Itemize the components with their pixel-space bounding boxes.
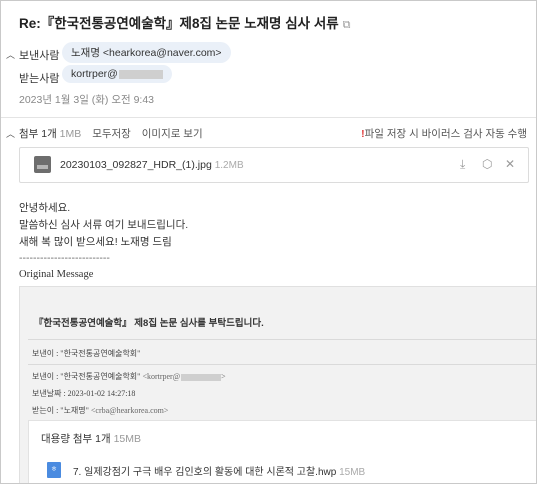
recipient-address: kortrper@ [71,68,118,80]
recipient-chip[interactable]: kortrper@ [62,65,172,83]
quoted-divider [28,339,536,340]
download-icon[interactable]: ⤓ [460,157,465,172]
large-file-name: 7. 일제강점기 구극 배우 김인호의 활동에 대한 시론적 고찰.hwp [73,467,337,478]
attachment-bar: 첨부 1개 1MB 모두저장 이미지로 보기 [19,126,203,141]
divider [1,117,536,118]
subject-text: Re:『한국전통공연예술학』제8집 논문 노재명 심사 서류 [19,16,339,31]
collapse-header-chevron-icon[interactable]: ︿ [6,48,15,61]
body-line-2: 말씀하신 심사 서류 여기 보내드립니다. [19,219,189,231]
attachment-total-size: 1MB [59,128,82,140]
virus-scan-icon[interactable]: ⬡ [482,157,492,171]
collapse-attachments-chevron-icon[interactable]: ︿ [6,127,15,140]
quoted-date-line: 보낸날짜 : 2023-01-02 14:27:18 [32,389,136,398]
quoted-to-label: 받는이 : "노재명" [32,406,89,415]
quoted-from-line: 보낸이 : "한국전통공연예술학회" <kortrper@ > [32,371,226,382]
body-line-1: 안녕하세요. [19,202,71,214]
sender-label: 보낸사람 [19,50,60,62]
hwp-file-icon: ㅎ [47,462,61,478]
large-attachment-header: 대용량 첨부 1개 15MB [41,431,141,446]
quoted-title: 『한국전통공연예술학』 제8집 논문 심사를 부탁드립니다. [34,318,264,329]
view-as-images-link[interactable]: 이미지로 보기 [142,128,203,140]
external-link-icon[interactable]: ⧉ [343,19,351,31]
body-line-3: 새해 복 많이 받으세요! 노재명 드림 [19,236,172,248]
quoted-divider [28,364,536,365]
sender-chip[interactable]: 노재명 <hearkorea@naver.com> [62,42,231,63]
quoted-from-address: <kortrper@ [142,372,181,381]
close-icon[interactable]: ✕ [505,157,515,171]
recipient-chip-wrap: kortrper@ [62,65,172,83]
quoted-message: 『한국전통공연예술학』 제8집 논문 심사를 부탁드립니다. 보낸이 : "한국… [19,286,536,483]
quoted-from-label: 보낸이 : "한국전통공연예술학회" [32,372,141,381]
redacted-block [118,69,163,79]
attachment-count: 첨부 1개 [19,128,57,140]
large-attachment-box: 대용량 첨부 1개 15MB ㅎ 7. 일제강점기 구극 배우 김인호의 활동에… [28,420,536,483]
virus-scan-text: 파일 저장 시 바이러스 검사 자동 수행 [364,128,527,140]
quoted-from-close: > [221,372,226,381]
attachment-file-name-wrap: 20230103_092827_HDR_(1).jpg 1.2MB [60,159,244,171]
large-file-size: 15MB [339,467,366,478]
attachment-file-item[interactable]: 20230103_092827_HDR_(1).jpg 1.2MB ⤓ ⬡ ✕ [19,147,529,183]
mail-subject: Re:『한국전통공연예술학』제8집 논문 노재명 심사 서류 ⧉ [19,12,351,32]
recipient-label: 받는사람 [19,73,60,85]
mail-viewer: Re:『한국전통공연예술학』제8집 논문 노재명 심사 서류 ⧉ ︿ 보낸사람 노… [0,0,537,484]
recipient-row: 받는사람 [19,70,59,86]
image-thumbnail-icon [34,156,51,173]
quoted-to-line: 받는이 : "노재명" <crba@hearkorea.com> [32,405,168,416]
virus-scan-note: !파일 저장 시 바이러스 검사 자동 수행 [361,126,527,141]
large-file-item[interactable]: 7. 일제강점기 구극 배우 김인호의 활동에 대한 시론적 고찰.hwp 15… [73,463,365,478]
large-attachment-size: 15MB [113,433,141,445]
redacted-block [181,373,222,381]
large-attachment-label: 대용량 첨부 1개 [41,433,111,445]
quoted-to-address: <crba@hearkorea.com> [90,406,169,415]
body-separator: -------------------------- [19,252,110,264]
sender-chip-wrap: 노재명 <hearkorea@naver.com> [62,42,231,63]
attachment-file-name: 20230103_092827_HDR_(1).jpg [60,159,212,171]
sender-row: 보낸사람 [19,47,59,63]
original-message-label: Original Message [19,269,94,280]
attachment-file-size: 1.2MB [214,160,244,171]
save-all-link[interactable]: 모두저장 [92,128,131,140]
sent-date: 2023년 1월 3일 (화) 오전 9:43 [19,94,155,106]
quoted-from-top: 보낸이 : "한국전통공연예술학회" [32,349,141,358]
